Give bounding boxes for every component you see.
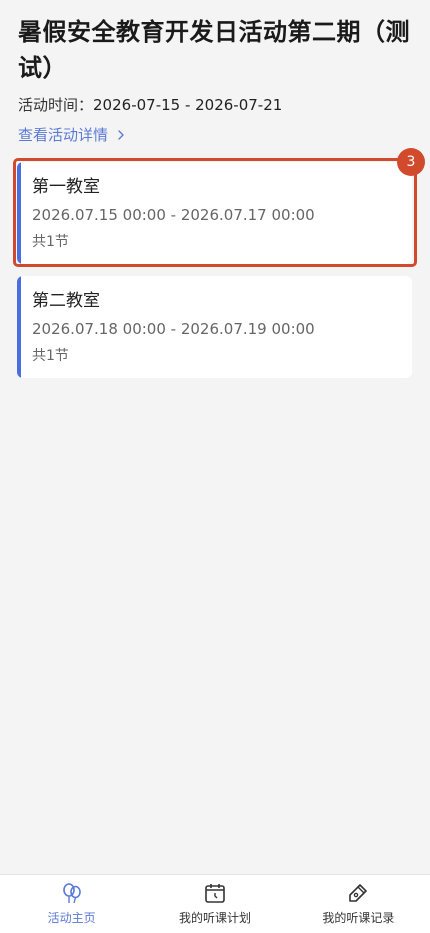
classroom-lesson-count: 共1节 xyxy=(32,348,69,364)
tab-activity-home[interactable]: 活动主页 xyxy=(0,875,143,933)
tab-label: 我的听课记录 xyxy=(322,911,395,925)
activity-time-row: 活动时间：2026-07-15 - 2026-07-21 xyxy=(18,94,412,116)
activity-time-label: 活动时间： xyxy=(18,96,94,114)
tab-label: 我的听课计划 xyxy=(178,911,251,925)
view-activity-details-link[interactable]: 查看活动详情 xyxy=(18,124,412,146)
balloon-icon xyxy=(62,883,81,904)
bottom-tab-bar: 活动主页 我的听课计划 我的听课记录 xyxy=(0,874,430,933)
calendar-icon xyxy=(205,884,225,903)
activity-header: 暑假安全教育开发日活动第二期（测试） 活动时间：2026-07-15 - 202… xyxy=(18,14,412,146)
pencil-icon xyxy=(349,884,368,902)
activity-time-value: 2026-07-15 - 2026-07-21 xyxy=(93,96,283,114)
highlight-frame xyxy=(13,158,417,267)
tab-my-lesson-records[interactable]: 我的听课记录 xyxy=(287,875,430,933)
tab-my-lesson-plan[interactable]: 我的听课计划 xyxy=(143,875,286,933)
classroom-name: 第二教室 xyxy=(32,291,100,311)
highlight-badge: 3 xyxy=(397,148,425,176)
tab-label: 活动主页 xyxy=(47,911,96,925)
page-title: 暑假安全教育开发日活动第二期（测试） xyxy=(18,18,410,82)
view-activity-details-label: 查看活动详情 xyxy=(18,126,109,144)
classroom-card[interactable]: 第二教室 2026.07.18 00:00 - 2026.07.19 00:00… xyxy=(17,276,412,378)
card-accent-bar xyxy=(17,276,21,378)
classroom-time-range: 2026.07.18 00:00 - 2026.07.19 00:00 xyxy=(32,320,315,338)
chevron-right-icon xyxy=(118,130,124,140)
